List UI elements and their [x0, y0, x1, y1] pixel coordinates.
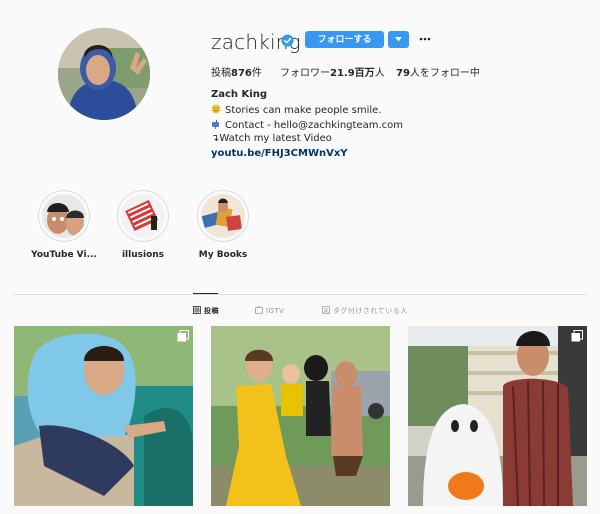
profile-avatar[interactable] — [58, 28, 150, 120]
highlight-cover-image — [201, 194, 245, 238]
profile-full-name: Zach King — [211, 89, 267, 100]
mailbox-emoji-icon — [212, 120, 219, 129]
suggestions-dropdown-button[interactable] — [388, 31, 409, 48]
igtv-icon — [255, 305, 263, 314]
bio-line: Contact - hello@zachkingteam.com — [211, 119, 403, 131]
posts-count-stat: 投稿876件 — [211, 68, 262, 79]
highlight-ring — [38, 190, 90, 242]
tabs-divider — [14, 294, 586, 295]
highlight-cover-image — [42, 194, 86, 238]
active-tab-indicator — [193, 293, 218, 294]
highlight-cover-image — [121, 194, 165, 238]
bio-link[interactable]: youtu.be/FHJ3CMWnVxY — [211, 148, 348, 159]
post-thumbnail[interactable] — [211, 326, 390, 506]
more-options-icon[interactable] — [419, 36, 431, 42]
verified-badge-icon — [281, 34, 294, 47]
multiple-photos-icon — [571, 330, 583, 342]
bio-line: Stories can make people smile. — [211, 104, 382, 116]
highlight-ring — [117, 190, 169, 242]
tab-tagged[interactable]: タグ付けされている人 — [322, 306, 408, 316]
follow-button[interactable]: フォローする — [305, 31, 384, 48]
followers-count-stat[interactable]: フォロワー21.9百万人 — [280, 64, 385, 79]
chevron-down-icon — [395, 37, 402, 42]
tagged-icon — [322, 306, 330, 314]
post-thumbnail[interactable] — [408, 326, 587, 506]
following-count-stat[interactable]: 79人をフォロー中 — [396, 64, 480, 79]
tab-posts[interactable]: 投稿 — [193, 306, 219, 316]
post-thumbnail[interactable] — [14, 326, 193, 506]
smile-emoji-icon — [211, 104, 221, 114]
grid-icon — [193, 306, 201, 314]
tab-igtv[interactable]: IGTV — [255, 305, 284, 315]
highlight-ring — [197, 190, 249, 242]
bio-line: ↴Watch my latest Video — [211, 133, 332, 144]
multiple-photos-icon — [177, 330, 189, 342]
